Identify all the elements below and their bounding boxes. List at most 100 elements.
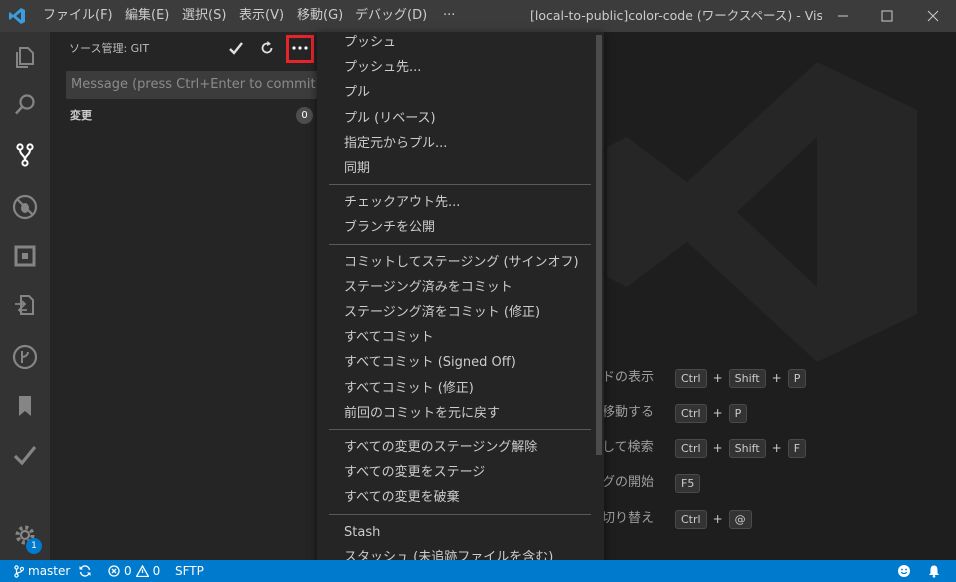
menu-item[interactable]: すべてコミット (修正) bbox=[317, 376, 592, 401]
sftp-label: SFTP bbox=[175, 564, 204, 578]
bookmark-icon bbox=[19, 396, 31, 416]
menu-more[interactable]: ··· bbox=[443, 0, 455, 32]
activity-source-control[interactable] bbox=[0, 130, 50, 180]
menu-item[interactable]: プッシュ先... bbox=[317, 55, 592, 80]
notifications-button[interactable] bbox=[927, 560, 941, 582]
menu-item[interactable]: プル (リベース) bbox=[317, 106, 592, 131]
remote-transfer-icon bbox=[15, 295, 34, 315]
activity-debug[interactable] bbox=[0, 182, 50, 232]
minimize-button[interactable] bbox=[820, 0, 866, 32]
key-plus: + bbox=[712, 441, 723, 455]
welcome-shortcut-keys: Ctrl + Shift + F bbox=[675, 437, 807, 459]
maximize-button[interactable] bbox=[864, 0, 910, 32]
keyboard-key: Ctrl bbox=[675, 403, 707, 423]
menu-item[interactable]: すべての変更をステージ bbox=[317, 460, 592, 485]
keyboard-key: P bbox=[728, 403, 748, 423]
menu-selection[interactable]: 選択(S) bbox=[182, 0, 226, 32]
menu-item[interactable]: ステージング済みをコミット bbox=[317, 275, 592, 300]
problems-status[interactable]: 0 0 bbox=[108, 560, 160, 582]
activity-git-graph[interactable] bbox=[0, 332, 50, 382]
keyboard-key: Ctrl bbox=[675, 438, 707, 458]
activity-tasks[interactable] bbox=[0, 430, 50, 480]
error-icon bbox=[108, 565, 120, 577]
changes-section-label[interactable]: 変更 bbox=[70, 107, 92, 123]
menu-separator bbox=[329, 243, 591, 245]
activity-explorer[interactable] bbox=[0, 32, 50, 82]
branch-status[interactable]: master bbox=[14, 560, 70, 582]
keyboard-key: F bbox=[787, 438, 807, 458]
menu-item[interactable]: すべての変更を破棄 bbox=[317, 485, 592, 510]
close-button[interactable] bbox=[910, 0, 956, 32]
menu-item[interactable]: 指定元からプル... bbox=[317, 131, 592, 156]
refresh-button[interactable] bbox=[254, 35, 280, 61]
keyboard-key: Ctrl bbox=[675, 509, 707, 529]
sync-icon bbox=[79, 565, 91, 577]
source-control-panel: ソース管理: GIT Message (press Ctrl+Enter to … bbox=[50, 32, 317, 560]
activity-search[interactable] bbox=[0, 80, 50, 130]
vscode-watermark-icon bbox=[607, 62, 917, 362]
branch-name: master bbox=[28, 564, 71, 578]
more-actions-button[interactable] bbox=[287, 35, 313, 61]
menu-item[interactable]: 同期 bbox=[317, 156, 592, 181]
sync-button[interactable] bbox=[78, 560, 92, 582]
extensions-icon bbox=[14, 245, 36, 267]
settings-badge: 1 bbox=[26, 538, 42, 554]
activity-settings[interactable] bbox=[0, 510, 50, 560]
sftp-status[interactable]: SFTP bbox=[175, 560, 204, 582]
welcome-shortcut-keys: F5 bbox=[675, 472, 701, 494]
commit-message-input[interactable]: Message (press Ctrl+Enter to commit) bbox=[66, 71, 317, 99]
menu-item[interactable]: すべてコミット bbox=[317, 325, 592, 350]
title-bar: ファイル(F) 編集(E) 選択(S) 表示(V) 移動(G) デバッグ(D) … bbox=[0, 0, 956, 32]
menu-item[interactable]: Stash bbox=[317, 520, 592, 545]
git-graph-icon bbox=[12, 344, 38, 370]
check-icon bbox=[229, 42, 243, 55]
window-title: [local-to-public]color-code (ワークスペース) - … bbox=[530, 8, 822, 23]
checkmark-icon bbox=[13, 445, 37, 466]
menu-go[interactable]: 移動(G) bbox=[297, 0, 343, 32]
menu-item[interactable]: すべてコミット (Signed Off) bbox=[317, 350, 592, 375]
search-icon bbox=[15, 94, 35, 115]
ellipsis-icon bbox=[292, 46, 308, 50]
minimize-icon bbox=[838, 15, 848, 17]
vscode-logo-icon bbox=[9, 8, 25, 24]
close-icon bbox=[927, 10, 939, 22]
menu-debug[interactable]: デバッグ(D) bbox=[355, 0, 427, 32]
menu-file[interactable]: ファイル(F) bbox=[43, 0, 113, 32]
files-icon bbox=[16, 47, 34, 68]
activity-extensions[interactable] bbox=[0, 231, 50, 281]
keyboard-key: P bbox=[787, 368, 807, 388]
menu-edit[interactable]: 編集(E) bbox=[125, 0, 169, 32]
menu-scrollbar[interactable] bbox=[596, 35, 602, 455]
welcome-shortcut-keys: Ctrl + @ bbox=[675, 508, 752, 530]
key-plus: + bbox=[771, 371, 782, 385]
menu-item[interactable]: チェックアウト先... bbox=[317, 190, 592, 215]
activity-bar: 1 bbox=[0, 32, 50, 560]
feedback-button[interactable] bbox=[897, 560, 911, 582]
menu-separator bbox=[329, 429, 591, 430]
keyboard-key: Ctrl bbox=[675, 368, 707, 388]
menu-view[interactable]: 表示(V) bbox=[239, 0, 284, 32]
menu-item[interactable]: プル bbox=[317, 80, 592, 105]
maximize-icon bbox=[881, 10, 893, 22]
git-more-actions-menu: プッシュ プッシュ先... プル プル (リベース) 指定元からプル... 同期チェックア… bbox=[317, 32, 604, 582]
menu-separator bbox=[329, 513, 591, 515]
menu-separator bbox=[329, 184, 591, 186]
debug-icon bbox=[12, 194, 38, 220]
menu-item[interactable]: ブランチを公開 bbox=[317, 215, 592, 240]
activity-bookmarks[interactable] bbox=[0, 381, 50, 431]
menu-item[interactable]: すべての変更のステージング解除 bbox=[317, 435, 592, 460]
menu-item[interactable]: 前回のコミットを元に戻す bbox=[317, 401, 592, 426]
status-bar: master 0 0 SFTP bbox=[0, 560, 956, 582]
key-plus: + bbox=[712, 371, 723, 385]
commit-button[interactable] bbox=[223, 35, 249, 61]
key-plus: + bbox=[712, 512, 723, 526]
activity-remote[interactable] bbox=[0, 280, 50, 330]
source-control-icon bbox=[16, 143, 34, 167]
keyboard-key: Shift bbox=[728, 368, 766, 388]
menu-item[interactable]: プッシュ bbox=[317, 32, 592, 55]
menu-item[interactable]: コミットしてステージング (サインオフ) bbox=[317, 250, 592, 275]
key-plus: + bbox=[771, 441, 782, 455]
menu-item[interactable]: ステージング済をコミット (修正) bbox=[317, 300, 592, 325]
bell-icon bbox=[929, 565, 939, 578]
key-plus: + bbox=[712, 406, 723, 420]
